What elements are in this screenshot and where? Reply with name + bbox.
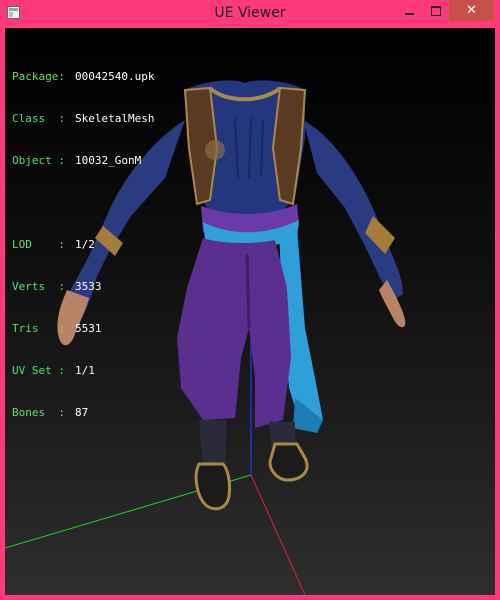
info-row-object: Object : 10032_GonM: [12, 154, 154, 168]
info-row-uvset: UV Set : 1/1: [12, 364, 154, 378]
info-row-package: Package: 00042540.upk: [12, 70, 154, 84]
info-row-tris: Tris : 5531: [12, 322, 154, 336]
info-label: Object :: [12, 154, 65, 167]
close-icon: ✕: [466, 3, 477, 18]
3d-viewport[interactable]: Package: 00042540.upk Class : SkeletalMesh…: [5, 28, 495, 595]
verts-value: 3533: [75, 280, 102, 293]
info-row-class: Class : SkeletalMesh: [12, 112, 154, 126]
x-axis-line: [250, 474, 306, 595]
maximize-icon: [431, 5, 441, 16]
uvset-value: 1/1: [75, 364, 95, 377]
info-label: UV Set :: [12, 364, 65, 377]
bones-value: 87: [75, 406, 89, 419]
close-button[interactable]: ✕: [449, 0, 494, 21]
app-window: UE Viewer ✕ Package: 00042540.upk Class …: [0, 0, 500, 600]
info-row-lod: LOD : 1/2: [12, 238, 154, 252]
info-label: Tris :: [12, 322, 65, 335]
class-value: SkeletalMesh: [75, 112, 155, 125]
info-row-bones: Bones : 87: [12, 406, 154, 420]
info-label: Class :: [12, 112, 65, 125]
package-value: 00042540.upk: [75, 70, 155, 83]
mesh-info-overlay: Package: 00042540.upk Class : SkeletalMesh…: [12, 42, 154, 448]
info-label: LOD :: [12, 238, 65, 251]
title-bar[interactable]: UE Viewer ✕: [0, 0, 500, 28]
object-value: 10032_GonM: [75, 154, 142, 167]
info-row-verts: Verts : 3533: [12, 280, 154, 294]
info-label: Package:: [12, 70, 65, 83]
lod-value: 1/2: [75, 238, 95, 251]
minimize-icon: [404, 12, 414, 15]
info-label: Bones :: [12, 406, 65, 419]
info-label: Verts :: [12, 280, 65, 293]
minimize-button[interactable]: [396, 0, 422, 21]
maximize-button[interactable]: [423, 0, 449, 21]
tris-value: 5531: [75, 322, 102, 335]
